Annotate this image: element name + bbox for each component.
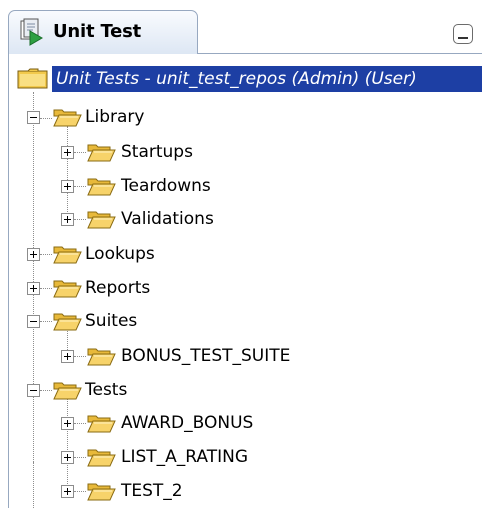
toggle-validations[interactable] — [61, 213, 74, 226]
folder-reports-icon — [52, 277, 82, 299]
tree-item-test-2[interactable]: TEST_2 — [121, 480, 183, 502]
tree-item-teardowns[interactable]: Teardowns — [121, 175, 211, 197]
toggle-reports[interactable] — [27, 282, 40, 295]
tree-connector — [74, 491, 86, 492]
folder-library-icon — [52, 106, 82, 128]
tree-connector — [74, 152, 86, 153]
tree-root-label[interactable]: Unit Tests - unit_test_repos (Admin) (Us… — [52, 66, 482, 92]
folder-suites-icon — [52, 310, 82, 332]
tree-item-list-a-rating[interactable]: LIST_A_RATING — [121, 446, 248, 468]
toggle-list-a-rating[interactable] — [61, 451, 74, 464]
folder-tests-icon — [52, 379, 82, 401]
toggle-tests[interactable] — [27, 384, 40, 397]
folder-test-2-icon — [86, 480, 116, 502]
folder-lookups-icon — [52, 243, 82, 265]
tree-item-startups[interactable]: Startups — [121, 141, 193, 163]
tree-connector — [74, 423, 86, 424]
folder-teardowns-icon — [86, 175, 116, 197]
folder-list-a-rating-icon — [86, 446, 116, 468]
toggle-bonus-test-suite[interactable] — [61, 350, 74, 363]
tree-item-reports[interactable]: Reports — [85, 277, 150, 299]
tab-unit-test[interactable]: Unit Test — [8, 10, 198, 54]
tree-connector — [40, 288, 52, 289]
tree-connector — [40, 254, 52, 255]
tree-item-suites[interactable]: Suites — [85, 310, 137, 332]
folder-bonus-test-suite-icon — [86, 345, 116, 367]
tree-connector — [74, 186, 86, 187]
tree-connector — [33, 462, 34, 508]
root-folder-icon — [17, 68, 48, 89]
tree-connector — [33, 92, 34, 462]
tree-connector — [74, 356, 86, 357]
tree-connector — [67, 392, 68, 492]
folder-validations-icon — [86, 208, 116, 230]
toggle-lookups[interactable] — [27, 248, 40, 261]
tree-connector — [40, 321, 52, 322]
tree-connector — [67, 126, 68, 222]
tree-item-tests[interactable]: Tests — [85, 379, 127, 401]
tree-connector — [40, 390, 52, 391]
toggle-teardowns[interactable] — [61, 180, 74, 193]
toggle-test-2[interactable] — [61, 485, 74, 498]
tree-item-validations[interactable]: Validations — [121, 208, 214, 230]
toggle-suites[interactable] — [27, 315, 40, 328]
folder-startups-icon — [86, 141, 116, 163]
folder-award-bonus-icon — [86, 412, 116, 434]
tab-bar: Unit Test — [0, 0, 482, 54]
tab-title: Unit Test — [53, 21, 142, 42]
toggle-library[interactable] — [27, 111, 40, 124]
tree-connector — [74, 219, 86, 220]
toggle-startups[interactable] — [61, 146, 74, 159]
tree-item-award-bonus[interactable]: AWARD_BONUS — [121, 412, 253, 434]
tree-connector — [40, 118, 52, 119]
tree-item-bonus-test-suite[interactable]: BONUS_TEST_SUITE — [121, 345, 290, 367]
toggle-award-bonus[interactable] — [61, 417, 74, 430]
minimize-button[interactable] — [453, 24, 473, 44]
tree-connector — [74, 457, 86, 458]
tree-item-lookups[interactable]: Lookups — [85, 243, 155, 265]
tree-item-library[interactable]: Library — [85, 106, 144, 128]
unit-test-icon — [20, 18, 43, 46]
